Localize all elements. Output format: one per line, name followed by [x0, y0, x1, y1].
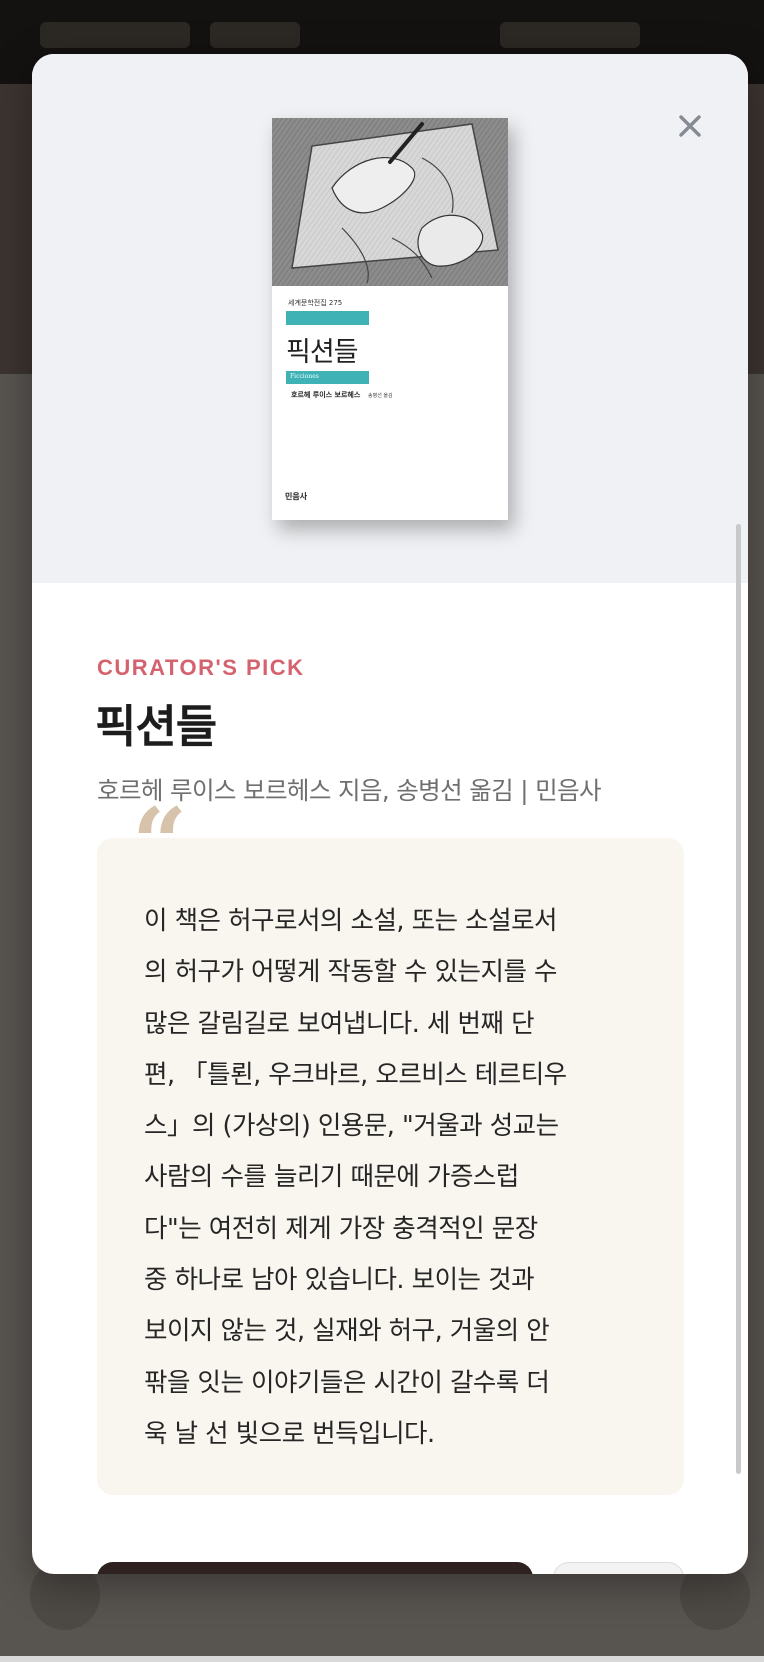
quote-line: 이 책은 허구로서의 소설, 또는 소설로서 — [144, 906, 558, 936]
cover-stripe — [286, 311, 369, 325]
book-detail-modal: 세계문학전집 275 픽션들 Ficciones 호르헤 루이스 보르헤스 송병… — [32, 54, 748, 1574]
book-title: 픽션들 — [95, 700, 217, 753]
background-header-text — [40, 22, 190, 48]
modal-scrollbar[interactable] — [736, 524, 741, 1474]
quote-line: 다"는 여전히 제게 가장 충격적인 문장 — [144, 1213, 538, 1244]
background-header-text — [210, 22, 300, 48]
cover-series: 세계문학전집 275 — [288, 299, 343, 307]
quote-line: 중 하나로 남아 있습니다. 보이는 것과 — [144, 1265, 535, 1296]
quote-icon: “ — [132, 787, 188, 900]
quote-line: 욱 날 선 빛으로 번득입니다. — [144, 1418, 435, 1449]
cover-illustration — [272, 118, 508, 286]
close-icon — [679, 115, 701, 137]
curators-pick-label: CURATOR'S PICK — [97, 655, 305, 680]
book-cover: 세계문학전집 275 픽션들 Ficciones 호르헤 루이스 보르헤스 송병… — [272, 118, 508, 520]
cover-header: 세계문학전집 275 픽션들 Ficciones 호르헤 루이스 보르헤스 송병… — [32, 54, 748, 583]
background-header-text — [500, 22, 640, 48]
quote-line: 팎을 잇는 이야기들은 시간이 갈수록 더 — [144, 1367, 550, 1398]
cover-english-title: Ficciones — [290, 373, 319, 380]
cover-publisher: 민음사 — [285, 492, 308, 501]
cover-translator: 송병선 옮김 — [368, 393, 393, 399]
quote-line: 보이지 않는 것, 실재와 허구, 거울의 안 — [144, 1316, 550, 1347]
primary-action-button[interactable] — [97, 1562, 533, 1574]
quote-line: 편, 「틀뢴, 우크바르, 오르비스 테르티우 — [144, 1059, 567, 1090]
secondary-action-button[interactable] — [553, 1562, 684, 1574]
quote-line: 의 허구가 어떻게 작동할 수 있는지를 수 — [144, 957, 558, 988]
close-button[interactable] — [668, 104, 712, 148]
page-bottom-edge — [0, 1656, 764, 1662]
quote-line: 많은 갈림길로 보여냅니다. 세 번째 단 — [144, 1008, 535, 1039]
quote-line: 스」의 (가상의) 인용문, "거울과 성교는 — [144, 1111, 559, 1142]
curator-quote-text: 이 책은 허구로서의 소설, 또는 소설로서 의 허구가 어떻게 작동할 수 있… — [144, 896, 644, 1460]
quote-line: 사람의 수를 늘리기 때문에 가증스럽 — [144, 1162, 519, 1193]
cover-author: 호르헤 루이스 보르헤스 — [291, 391, 361, 399]
cover-title: 픽션들 — [286, 337, 359, 368]
cover-stripe-english: Ficciones — [286, 371, 369, 384]
